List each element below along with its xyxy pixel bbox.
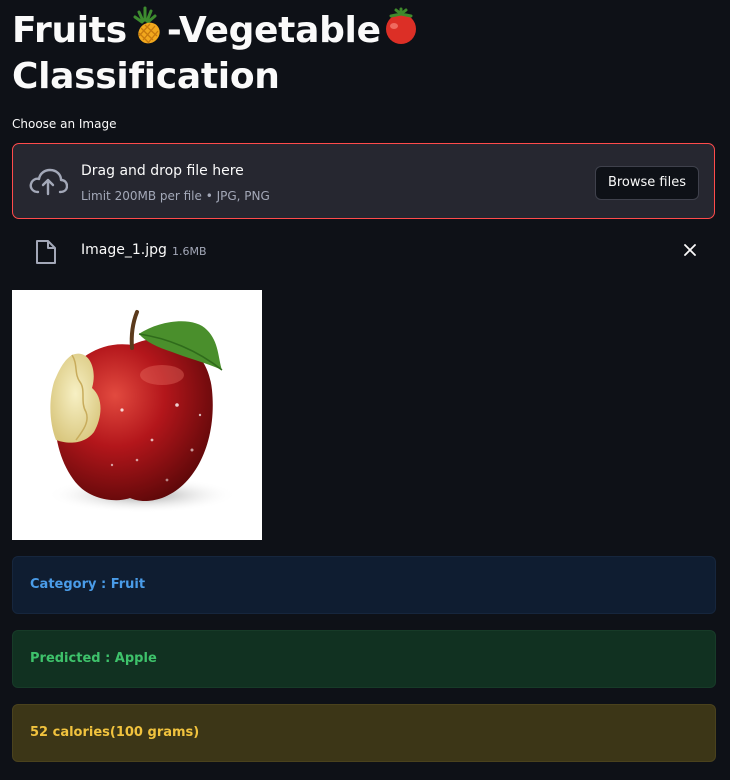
browse-files-button[interactable]: Browse files [594, 166, 699, 200]
page-title: Fruits -Vegetable Classification [12, 6, 712, 100]
title-part-fruits: Fruits [12, 10, 127, 51]
pineapple-emoji-icon [133, 6, 160, 44]
calories-warning-alert: 52 calories(100 grams) [12, 704, 716, 762]
dropzone-limit-text: Limit 200MB per file • JPG, PNG [81, 189, 270, 203]
cloud-upload-icon [29, 168, 68, 196]
title-part-vegetable: -Vegetable [166, 10, 381, 51]
file-size: 1.6MB [172, 245, 207, 258]
file-icon [36, 240, 56, 264]
close-icon[interactable] [682, 242, 698, 258]
file-name: Image_1.jpg [81, 242, 167, 258]
tomato-emoji-icon [385, 7, 416, 44]
title-part-classification: Classification [12, 56, 280, 97]
predicted-success-alert: Predicted : Apple [12, 630, 716, 688]
category-info-alert: Category : Fruit [12, 556, 716, 614]
uploaded-file-row: Image_1.jpg 1.6MB [12, 230, 715, 272]
file-dropzone[interactable]: Drag and drop file here Limit 200MB per … [12, 143, 715, 219]
dropzone-instructions: Drag and drop file here [81, 163, 244, 179]
uploader-label: Choose an Image [12, 117, 117, 131]
app-page: Fruits -Vegetable Classification Choose … [0, 0, 730, 780]
apple-image [47, 310, 237, 513]
uploaded-image-preview [12, 290, 262, 540]
